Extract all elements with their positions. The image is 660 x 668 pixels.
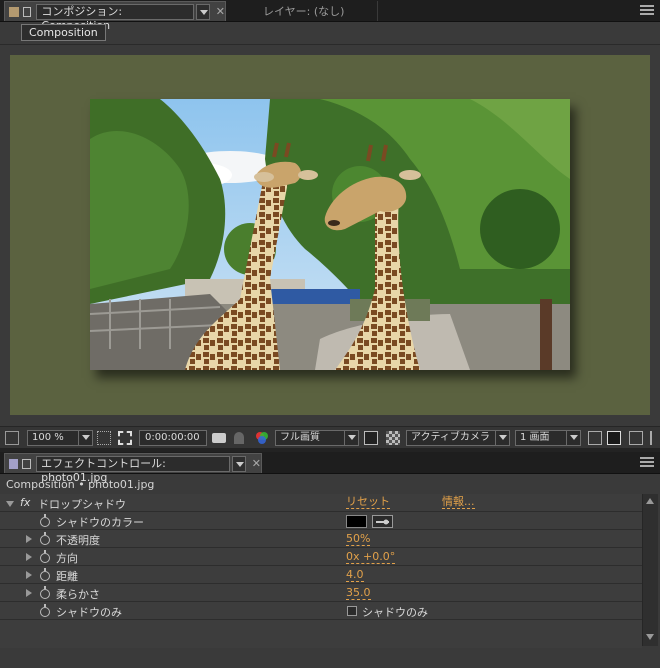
panel-menu-icon[interactable] <box>640 5 654 15</box>
close-icon[interactable]: ✕ <box>216 5 225 18</box>
composition-tab-bar: コンポジション: Composition ✕ レイヤー: (なし) <box>0 0 660 32</box>
show-snapshot-icon[interactable] <box>234 432 244 444</box>
timeline-icon[interactable] <box>629 431 643 445</box>
flowchart-icon[interactable] <box>650 431 658 445</box>
effect-property-list: fx ドロップシャドウ リセット 情報... シャドウのカラー 不透明度 50%… <box>0 494 642 648</box>
lock-icon[interactable] <box>22 6 32 17</box>
composition-panel: コンポジション: Composition ✕ レイヤー: (なし) Compos… <box>0 0 660 448</box>
softness-value[interactable]: 35.0 <box>346 587 371 600</box>
property-label: シャドウのみ <box>56 606 122 619</box>
scroll-up-icon[interactable] <box>646 498 654 504</box>
property-row-shadow-only[interactable]: シャドウのみ シャドウのみ <box>0 602 642 620</box>
view-layout-value: 1 画面 <box>520 432 550 443</box>
property-row-direction[interactable]: 方向 0x +0.0° <box>0 548 642 566</box>
disclosure-triangle-icon[interactable] <box>26 571 32 579</box>
chevron-down-icon[interactable] <box>196 3 210 20</box>
disclosure-triangle-icon[interactable] <box>6 501 14 507</box>
camera-icon[interactable] <box>212 433 226 443</box>
effect-controls-panel: エフェクトコントロール: photo01.jpg ✕ Composition •… <box>0 452 660 668</box>
effect-tab-bar: エフェクトコントロール: photo01.jpg ✕ <box>0 452 660 484</box>
shadow-only-checkbox[interactable] <box>347 606 357 616</box>
grid-icon[interactable] <box>97 431 111 445</box>
giraffe-photo <box>90 99 570 370</box>
camera-view-dropdown[interactable]: アクティブカメラ <box>406 430 510 446</box>
resolution-dropdown[interactable]: フル画質 <box>275 430 359 446</box>
shadow-color-swatch[interactable] <box>346 515 367 528</box>
region-of-interest-icon[interactable] <box>118 431 132 445</box>
checkbox-label: シャドウのみ <box>362 606 428 619</box>
chevron-down-icon[interactable] <box>232 455 246 472</box>
close-icon[interactable]: ✕ <box>252 457 261 470</box>
direction-value[interactable]: 0x +0.0° <box>346 551 396 564</box>
divider <box>0 44 660 45</box>
color-channels-icon[interactable] <box>255 431 269 445</box>
transparency-grid-icon[interactable] <box>386 431 400 445</box>
chevron-down-icon <box>566 431 580 445</box>
stopwatch-icon[interactable] <box>40 532 50 545</box>
fx-icon[interactable]: fx <box>20 496 30 509</box>
property-row-distance[interactable]: 距離 4.0 <box>0 566 642 584</box>
tab-composition[interactable]: コンポジション: Composition ✕ <box>4 1 226 32</box>
scrollbar[interactable] <box>642 494 658 646</box>
composition-viewer[interactable] <box>10 55 650 415</box>
property-label: 距離 <box>56 570 78 583</box>
property-row-softness[interactable]: 柔らかさ 35.0 <box>0 584 642 602</box>
property-row-opacity[interactable]: 不透明度 50% <box>0 530 642 548</box>
stopwatch-icon[interactable] <box>40 604 50 617</box>
effect-name: ドロップシャドウ <box>38 498 126 511</box>
panel-menu-icon[interactable] <box>640 457 654 467</box>
label-color-swatch <box>9 6 19 17</box>
zoom-value: 100 % <box>32 432 64 443</box>
zoom-dropdown[interactable]: 100 % <box>27 430 93 446</box>
tab-effect-controls[interactable]: エフェクトコントロール: photo01.jpg ✕ <box>4 453 262 484</box>
stopwatch-icon[interactable] <box>40 568 50 581</box>
property-label: 柔らかさ <box>56 588 100 601</box>
photo-layer[interactable] <box>90 99 570 370</box>
toggle-pixel-aspect-icon[interactable] <box>588 431 602 445</box>
stopwatch-icon[interactable] <box>40 550 50 563</box>
viewer-toolbar: 100 % 0:00:00:00 フル画質 アクティブカメラ 1 画面 <box>0 426 660 448</box>
effect-subtitle: Composition • photo01.jpg <box>6 478 155 491</box>
timecode-field[interactable]: 0:00:00:00 <box>139 430 207 446</box>
disclosure-triangle-icon[interactable] <box>26 535 32 543</box>
breadcrumb-label[interactable]: Composition <box>29 26 98 39</box>
eyedropper-icon[interactable] <box>372 515 393 528</box>
breadcrumb[interactable]: Composition <box>21 24 106 41</box>
label-color-swatch <box>9 458 19 469</box>
tab-layer[interactable]: レイヤー: (なし) <box>230 1 378 21</box>
opacity-value[interactable]: 50% <box>346 533 371 546</box>
timecode-value: 0:00:00:00 <box>145 432 200 443</box>
effect-header-row[interactable]: fx ドロップシャドウ リセット 情報... <box>0 494 642 512</box>
reset-link[interactable]: リセット <box>346 496 390 509</box>
chevron-down-icon <box>495 431 509 445</box>
scroll-down-icon[interactable] <box>646 634 654 640</box>
effect-tab-label[interactable]: エフェクトコントロール: photo01.jpg <box>36 455 231 484</box>
distance-value[interactable]: 4.0 <box>346 569 364 582</box>
disclosure-triangle-icon[interactable] <box>26 553 32 561</box>
property-row-shadow-color[interactable]: シャドウのカラー <box>0 512 642 530</box>
disclosure-triangle-icon[interactable] <box>26 589 32 597</box>
lock-icon[interactable] <box>22 458 32 469</box>
stopwatch-icon[interactable] <box>40 586 50 599</box>
chevron-down-icon <box>78 431 92 445</box>
property-label: シャドウのカラー <box>56 516 144 529</box>
always-preview-icon[interactable] <box>5 431 19 445</box>
layer-tab-label[interactable]: レイヤー: (なし) <box>263 3 344 19</box>
info-link[interactable]: 情報... <box>442 496 475 509</box>
resolution-value: フル画質 <box>280 432 320 443</box>
stopwatch-icon[interactable] <box>40 514 50 527</box>
chevron-down-icon <box>344 431 358 445</box>
fast-preview-icon[interactable] <box>364 431 378 445</box>
fast-previews-icon[interactable] <box>607 431 621 445</box>
camera-view-value: アクティブカメラ <box>411 432 490 443</box>
property-label: 方向 <box>56 552 78 565</box>
property-label: 不透明度 <box>56 534 100 547</box>
composition-tab-label[interactable]: コンポジション: Composition <box>36 3 195 32</box>
view-layout-dropdown[interactable]: 1 画面 <box>515 430 581 446</box>
